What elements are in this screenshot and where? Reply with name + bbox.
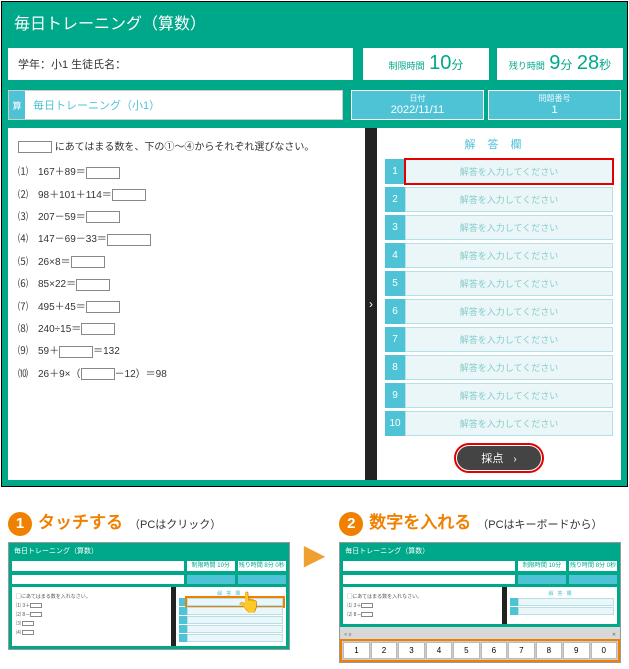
key-6[interactable]: 6 — [481, 642, 507, 659]
answer-input-9[interactable]: 解答を入力してください — [405, 383, 613, 408]
key-9[interactable]: 9 — [563, 642, 589, 659]
answer-header: 解答欄 — [385, 134, 613, 156]
time-remain-box: 残り時間 9分 28秒 — [497, 48, 623, 80]
answer-input-5[interactable]: 解答を入力してください — [405, 271, 613, 296]
answer-num: 10 — [385, 411, 405, 436]
instruction-step-2: 2 数字を入れる （PCはキーボードから） 毎日トレーニング（算数） 制限時間 … — [339, 508, 621, 663]
key-5[interactable]: 5 — [453, 642, 479, 659]
nav-left[interactable]: 算 毎日トレーニング（小1） — [8, 90, 343, 120]
app-frame: 毎日トレーニング（算数） 学年：小1 生徒氏名： 制限時間 10分 残り時間 9… — [1, 1, 628, 487]
time-limit-value: 10 — [429, 52, 451, 74]
problem-intro: にあてはまる数を、下の①～④からそれぞれ選びなさい。 — [18, 138, 355, 153]
score-button[interactable]: 採点› — [457, 446, 540, 470]
answer-num: 1 — [385, 159, 405, 184]
answer-num: 3 — [385, 215, 405, 240]
answer-num: 6 — [385, 299, 405, 324]
step-badge-2: 2 — [339, 512, 363, 536]
key-7[interactable]: 7 — [508, 642, 534, 659]
step2-sub: （PCはキーボードから） — [477, 516, 602, 532]
answer-num: 7 — [385, 327, 405, 352]
panel-divider[interactable]: › — [365, 128, 377, 480]
answer-num: 9 — [385, 383, 405, 408]
answer-input-3[interactable]: 解答を入力してください — [405, 215, 613, 240]
answer-panel: 解答欄 1解答を入力してください 2解答を入力してください 3解答を入力してくだ… — [377, 128, 621, 480]
time-limit-box: 制限時間 10分 — [363, 48, 489, 80]
time-limit-label: 制限時間 — [389, 59, 425, 72]
hand-pointer-icon: 👆 — [237, 590, 262, 615]
time-remain-min: 9 — [549, 52, 560, 74]
instruction-step-1: 1 タッチする （PCはクリック） 毎日トレーニング（算数） 制限時間 10分 … — [8, 508, 290, 650]
problem-item: ⑺ 495＋45＝ — [18, 298, 355, 313]
step-badge-1: 1 — [8, 512, 32, 536]
problem-item: ⑹ 85×22＝ — [18, 275, 355, 290]
answer-num: 2 — [385, 187, 405, 212]
time-remain-label: 残り時間 — [509, 59, 545, 72]
student-bar: 学年：小1 生徒氏名： 制限時間 10分 残り時間 9分 28秒 — [2, 42, 627, 86]
key-0[interactable]: 0 — [591, 642, 617, 659]
answer-input-8[interactable]: 解答を入力してください — [405, 355, 613, 380]
nav-title: 毎日トレーニング（小1） — [25, 91, 168, 119]
answer-input-2[interactable]: 解答を入力してください — [405, 187, 613, 212]
nav-date-button[interactable]: 日付 2022/11/11 — [351, 90, 484, 120]
problem-panel: にあてはまる数を、下の①～④からそれぞれ選びなさい。 ⑴ 167＋89＝ ⑵ 9… — [8, 128, 365, 480]
subject-tag: 算 — [9, 91, 25, 119]
key-2[interactable]: 2 — [371, 642, 397, 659]
answer-input-10[interactable]: 解答を入力してください — [405, 411, 613, 436]
step1-title: タッチする — [38, 508, 123, 533]
nav-bar: 算 毎日トレーニング（小1） 日付 2022/11/11 問題番号 1 — [2, 86, 627, 128]
problem-item: ⑷ 147－69－33＝ — [18, 230, 355, 245]
number-key-row: 1 2 3 4 5 6 7 8 9 0 — [342, 641, 618, 660]
instructions-section: 1 タッチする （PCはクリック） 毎日トレーニング（算数） 制限時間 10分 … — [0, 488, 629, 669]
problem-item: ⑼ 59＋＝132 — [18, 342, 355, 357]
app-title: 毎日トレーニング（算数） — [2, 2, 627, 42]
answer-input-4[interactable]: 解答を入力してください — [405, 243, 613, 268]
student-info: 学年：小1 生徒氏名： — [8, 48, 353, 80]
key-1[interactable]: 1 — [343, 642, 369, 659]
problem-item: ⑵ 98＋101＋114＝ — [18, 186, 355, 201]
thumbnail-2: 毎日トレーニング（算数） 制限時間 10分 残り時間 8分 0秒 ▢にあてはまる… — [339, 542, 621, 663]
answer-input-7[interactable]: 解答を入力してください — [405, 327, 613, 352]
step2-title: 数字を入れる — [369, 508, 471, 533]
content-area: にあてはまる数を、下の①～④からそれぞれ選びなさい。 ⑴ 167＋89＝ ⑵ 9… — [2, 128, 627, 486]
answer-input-6[interactable]: 解答を入力してください — [405, 299, 613, 324]
nav-qnum-button[interactable]: 問題番号 1 — [488, 90, 621, 120]
chevron-right-icon: › — [513, 454, 516, 465]
key-4[interactable]: 4 — [426, 642, 452, 659]
problem-item: ⑽ 26＋9×（－12）＝98 — [18, 365, 355, 380]
problem-item: ⑻ 240÷15＝ — [18, 320, 355, 335]
arrow-right-icon: ▶ — [304, 508, 326, 571]
problem-list: ⑴ 167＋89＝ ⑵ 98＋101＋114＝ ⑶ 207－59＝ ⑷ 147－… — [18, 163, 355, 380]
key-8[interactable]: 8 — [536, 642, 562, 659]
answer-num: 4 — [385, 243, 405, 268]
step1-sub: （PCはクリック） — [129, 516, 221, 532]
answer-num: 8 — [385, 355, 405, 380]
problem-item: ⑴ 167＋89＝ — [18, 163, 355, 178]
answer-input-1[interactable]: 解答を入力してください — [405, 159, 613, 184]
problem-item: ⑸ 26×8＝ — [18, 253, 355, 268]
time-remain-sec: 28 — [577, 52, 599, 74]
problem-item: ⑶ 207－59＝ — [18, 208, 355, 223]
key-3[interactable]: 3 — [398, 642, 424, 659]
keyboard-panel: < ≡✕ 1 2 3 4 5 6 7 8 9 0 — [340, 627, 620, 662]
answer-num: 5 — [385, 271, 405, 296]
